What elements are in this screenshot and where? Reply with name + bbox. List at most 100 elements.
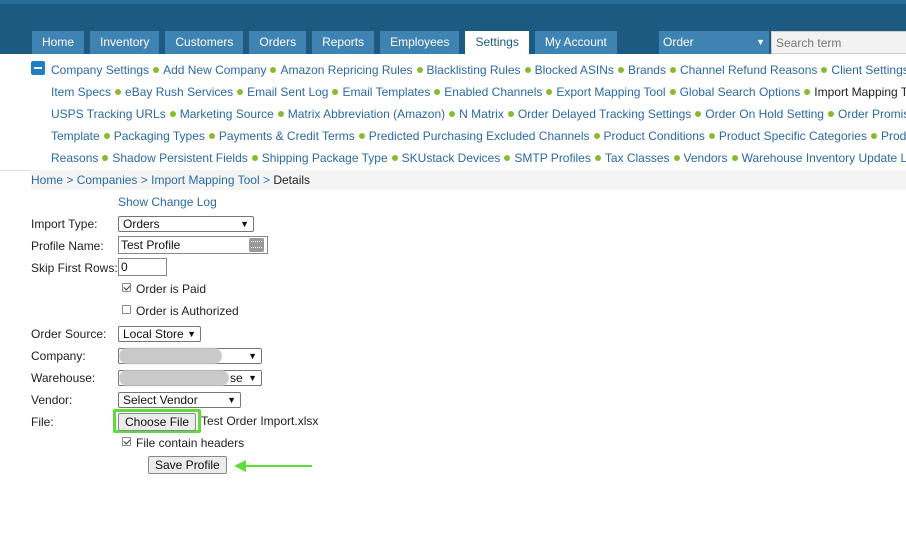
nav-tab-my-account[interactable]: My Account <box>534 31 617 54</box>
bullet-icon <box>277 111 284 118</box>
settings-links-row-2: Item Specs eBay Rush Services Email Sent L… <box>51 81 906 103</box>
redacted-warehouse <box>119 370 229 386</box>
settings-link-smtp-profiles[interactable]: SMTP Profiles <box>514 151 590 165</box>
search-scope-select[interactable]: Order ▼ <box>659 31 769 54</box>
breadcrumb-companies[interactable]: Companies <box>77 173 138 187</box>
profile-name-label: Profile Name: <box>31 239 104 253</box>
settings-link-company-settings[interactable]: Company Settings <box>51 63 149 77</box>
annotation-arrow-line <box>246 465 312 467</box>
settings-link-blocked-asins[interactable]: Blocked ASINs <box>535 63 614 77</box>
bullet-icon <box>391 155 398 162</box>
settings-link-email-sent-log[interactable]: Email Sent Log <box>247 85 328 99</box>
nav-tab-home[interactable]: Home <box>32 31 85 54</box>
settings-link-enabled-channels[interactable]: Enabled Channels <box>444 85 542 99</box>
redacted-company <box>119 348 222 364</box>
settings-link-skustack-devices[interactable]: SKUstack Devices <box>402 151 501 165</box>
settings-link-brands[interactable]: Brands <box>628 63 666 77</box>
selected-file-name: Test Order Import.xlsx <box>201 414 319 428</box>
breadcrumb-import-mapping-tool[interactable]: Import Mapping Tool <box>151 173 260 187</box>
breadcrumb-separator: > <box>140 173 148 187</box>
bullet-icon <box>524 67 531 74</box>
nav-tab-settings[interactable]: Settings <box>465 31 529 54</box>
bullet-icon <box>504 155 511 162</box>
settings-link-order-promis[interactable]: Order Promis <box>838 107 906 121</box>
keyboard-icon[interactable] <box>249 238 264 252</box>
bullet-icon <box>169 111 176 118</box>
settings-link-template[interactable]: Template <box>51 129 100 143</box>
settings-link-packaging-types[interactable]: Packaging Types <box>114 129 205 143</box>
order-authorized-label: Order is Authorized <box>136 304 239 318</box>
breadcrumb-current: Details <box>273 173 311 187</box>
settings-link-warehouse-inventory-update-l[interactable]: Warehouse Inventory Update L <box>742 151 906 165</box>
settings-link-email-templates[interactable]: Email Templates <box>342 85 430 99</box>
settings-link-blacklisting-rules[interactable]: Blacklisting Rules <box>427 63 521 77</box>
header-top-strip <box>0 0 906 4</box>
settings-links-row-5: Reasons Shadow Persistent Fields Shipping … <box>51 147 906 169</box>
bullet-icon <box>695 111 702 118</box>
settings-link-ebay-rush-services[interactable]: eBay Rush Services <box>125 85 233 99</box>
settings-link-predicted-purchasing-excluded-channels[interactable]: Predicted Purchasing Excluded Channels <box>369 129 590 143</box>
settings-link-global-search-options[interactable]: Global Search Options <box>680 85 801 99</box>
settings-link-product-specific-categories[interactable]: Product Specific Categories <box>719 129 867 143</box>
bullet-icon <box>208 133 215 140</box>
choose-file-button[interactable]: Choose File <box>118 413 197 431</box>
import-type-select[interactable]: Orders ▼ <box>118 216 254 232</box>
order-source-select[interactable]: Local Store ▼ <box>118 326 201 342</box>
profile-name-input[interactable] <box>118 236 268 254</box>
breadcrumb-home[interactable]: Home <box>31 173 63 187</box>
nav-tab-reports[interactable]: Reports <box>312 31 375 54</box>
settings-link-payments-credit-terms[interactable]: Payments & Credit Terms <box>219 129 355 143</box>
settings-link-client-settings[interactable]: Client Settings <box>831 63 906 77</box>
file-headers-checkbox[interactable] <box>122 437 131 446</box>
skip-rows-input[interactable] <box>118 258 167 276</box>
settings-link-vendors[interactable]: Vendors <box>684 151 728 165</box>
settings-link-n-matrix[interactable]: N Matrix <box>459 107 504 121</box>
settings-link-order-delayed-tracking-settings[interactable]: Order Delayed Tracking Settings <box>518 107 691 121</box>
bullet-icon <box>804 89 811 96</box>
bullet-icon <box>103 133 110 140</box>
settings-link-tax-classes[interactable]: Tax Classes <box>605 151 670 165</box>
settings-link-export-mapping-tool[interactable]: Export Mapping Tool <box>556 85 665 99</box>
nav-tab-orders[interactable]: Orders <box>249 31 307 54</box>
settings-link-order-on-hold-setting[interactable]: Order On Hold Setting <box>705 107 824 121</box>
bullet-icon <box>731 155 738 162</box>
bullet-icon <box>102 155 109 162</box>
bullet-icon <box>237 89 244 96</box>
bullet-icon <box>708 133 715 140</box>
main-nav: Home Inventory Customers Orders Reports … <box>32 31 623 54</box>
chevron-down-icon: ▼ <box>248 351 257 361</box>
show-change-log-link[interactable]: Show Change Log <box>118 192 217 212</box>
save-profile-button[interactable]: Save Profile <box>148 456 227 474</box>
search-input[interactable] <box>771 31 906 54</box>
vendor-select[interactable]: Select Vendor ▼ <box>118 392 241 408</box>
breadcrumb-separator: > <box>66 173 74 187</box>
collapse-icon[interactable] <box>31 61 45 75</box>
nav-tab-customers[interactable]: Customers <box>165 31 244 54</box>
settings-link-product-conditions[interactable]: Product Conditions <box>604 129 705 143</box>
order-source-value: Local Store <box>123 327 184 341</box>
nav-tab-inventory[interactable]: Inventory <box>90 31 160 54</box>
order-authorized-checkbox[interactable] <box>122 305 131 314</box>
import-type-label: Import Type: <box>31 217 98 231</box>
settings-link-shipping-package-type[interactable]: Shipping Package Type <box>262 151 388 165</box>
order-source-label: Order Source: <box>31 327 107 341</box>
warehouse-value-suffix: se <box>230 371 243 385</box>
settings-link-amazon-repricing-rules[interactable]: Amazon Repricing Rules <box>280 63 412 77</box>
settings-link-usps-tracking-urls[interactable]: USPS Tracking URLs <box>51 107 166 121</box>
settings-link-import-mapping-t[interactable]: Import Mapping T <box>814 85 906 99</box>
skip-rows-label: Skip First Rows: <box>31 261 118 275</box>
settings-link-add-new-company[interactable]: Add New Company <box>163 63 266 77</box>
settings-link-matrix-abbreviation-amazon[interactable]: Matrix Abbreviation (Amazon) <box>288 107 445 121</box>
settings-link-item-specs[interactable]: Item Specs <box>51 85 111 99</box>
settings-link-channel-refund-reasons[interactable]: Channel Refund Reasons <box>680 63 817 77</box>
nav-tab-employees[interactable]: Employees <box>380 31 460 54</box>
settings-link-marketing-source[interactable]: Marketing Source <box>180 107 274 121</box>
bullet-icon <box>669 67 676 74</box>
bullet-icon <box>507 111 514 118</box>
annotation-arrow-icon <box>234 460 246 472</box>
settings-link-prod[interactable]: Prod <box>881 129 906 143</box>
settings-link-reasons[interactable]: Reasons <box>51 151 98 165</box>
bullet-icon <box>153 67 160 74</box>
settings-link-shadow-persistent-fields[interactable]: Shadow Persistent Fields <box>112 151 247 165</box>
order-paid-checkbox[interactable] <box>122 283 131 292</box>
